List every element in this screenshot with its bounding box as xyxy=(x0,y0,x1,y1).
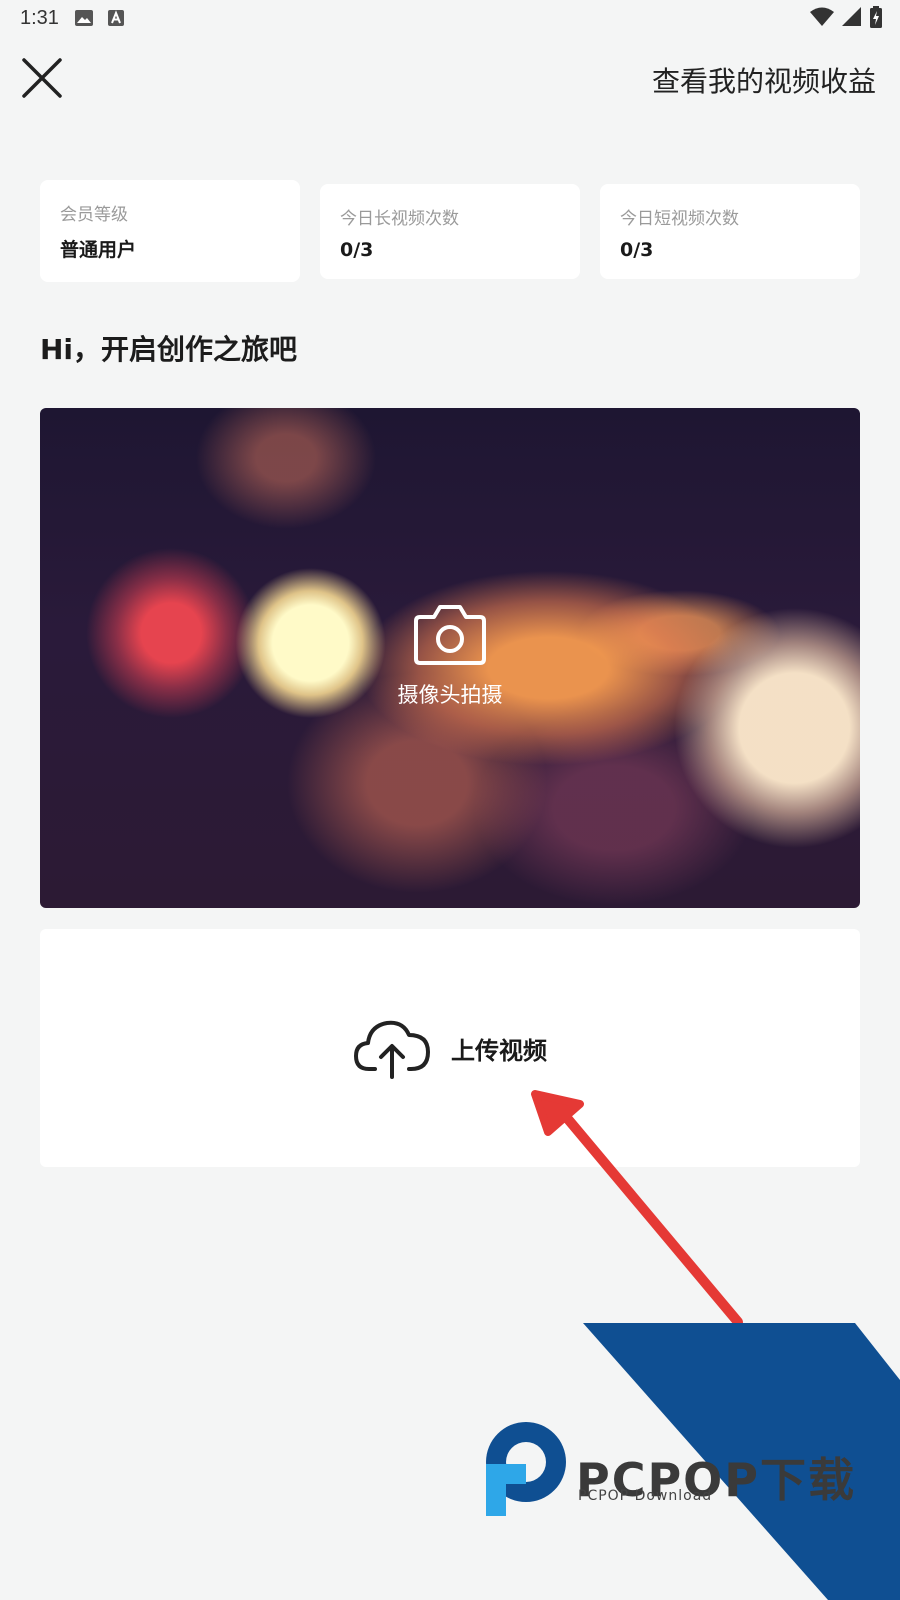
pcpop-logo-icon xyxy=(486,1422,566,1516)
status-time: 1:31 xyxy=(20,6,59,29)
battery-icon xyxy=(870,6,882,28)
short-video-count-value: 0/3 xyxy=(620,239,654,261)
status-bar: 1:31 xyxy=(0,0,900,36)
member-level-label: 会员等级 xyxy=(60,205,128,225)
upload-video-button[interactable]: 上传视频 xyxy=(40,929,860,1167)
long-video-count-value: 0/3 xyxy=(340,239,374,261)
greeting-title: Hi，开启创作之旅吧 xyxy=(40,333,298,366)
signal-icon xyxy=(842,7,861,26)
member-level-card: 会员等级 普通用户 xyxy=(40,180,300,282)
cloud-upload-icon xyxy=(354,1020,430,1079)
member-level-value: 普通用户 xyxy=(60,239,137,261)
camera-capture-label: 摄像头拍摄 xyxy=(397,683,503,707)
watermark-brand: PCPOP下载 xyxy=(576,1453,857,1507)
camera-icon xyxy=(414,605,486,665)
gallery-notification-icon xyxy=(74,10,93,26)
watermark-subtitle: PCPOP Download xyxy=(578,1488,713,1504)
close-button[interactable] xyxy=(20,56,64,100)
view-earnings-link[interactable]: 查看我的视频收益 xyxy=(652,60,876,100)
wifi-icon xyxy=(810,7,834,26)
upload-video-label: 上传视频 xyxy=(451,1036,547,1065)
short-video-count-card: 今日短视频次数 0/3 xyxy=(600,184,860,279)
app-notification-icon xyxy=(107,10,125,26)
long-video-count-label: 今日长视频次数 xyxy=(340,209,459,229)
camera-capture-content: 摄像头拍摄 xyxy=(40,603,860,709)
camera-capture-button[interactable]: 摄像头拍摄 xyxy=(40,408,860,908)
upload-video-content: 上传视频 xyxy=(40,1017,860,1079)
close-icon xyxy=(22,58,62,98)
long-video-count-card: 今日长视频次数 0/3 xyxy=(320,184,580,279)
short-video-count-label: 今日短视频次数 xyxy=(620,209,739,229)
top-bar: 查看我的视频收益 xyxy=(0,50,900,110)
status-indicators xyxy=(810,6,882,28)
